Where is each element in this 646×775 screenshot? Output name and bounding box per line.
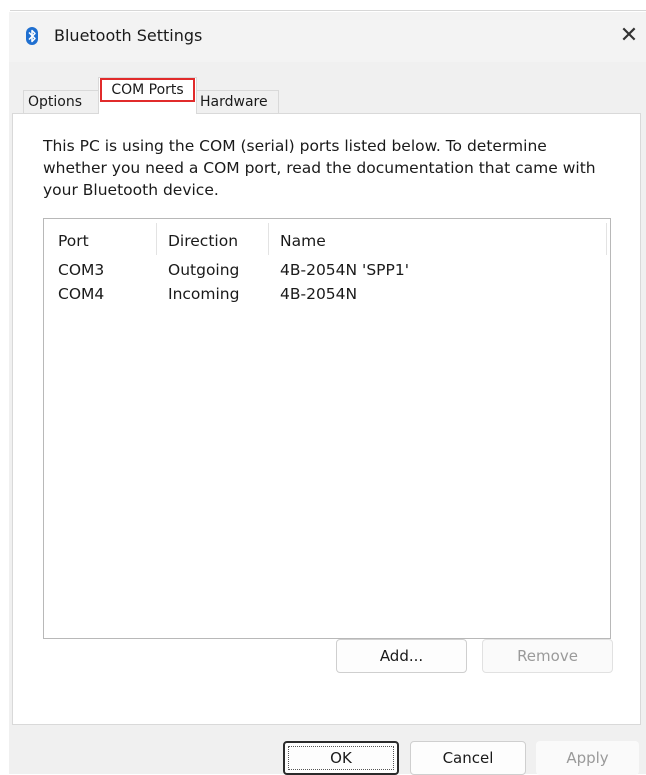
list-row-com3[interactable]: COM3 Outgoing 4B-2054N 'SPP1' (44, 261, 610, 283)
cell-name: 4B-2054N (280, 285, 358, 303)
top-edge (0, 0, 646, 12)
cell-port: COM4 (58, 285, 105, 303)
com-ports-panel: This PC is using the COM (serial) ports … (12, 113, 641, 725)
focus-rectangle (288, 746, 394, 770)
add-button[interactable]: Add... (336, 639, 467, 673)
remove-button[interactable]: Remove (482, 639, 613, 673)
window-title: Bluetooth Settings (54, 26, 203, 45)
bluetooth-icon (26, 27, 38, 45)
column-separator[interactable] (156, 223, 157, 255)
column-separator[interactable] (268, 223, 269, 255)
list-row-com4[interactable]: COM4 Incoming 4B-2054N (44, 285, 610, 307)
tab-com-ports[interactable]: COM Ports (98, 77, 197, 114)
cell-name: 4B-2054N 'SPP1' (280, 261, 409, 279)
column-header-port[interactable]: Port (58, 232, 89, 250)
tab-options[interactable]: Options (23, 90, 101, 114)
com-ports-list[interactable]: Port Direction Name COM3 Outgoing 4B-205… (43, 218, 611, 639)
description-text: This PC is using the COM (serial) ports … (43, 137, 596, 199)
cell-direction: Outgoing (168, 261, 240, 279)
cell-direction: Incoming (168, 285, 240, 303)
column-separator[interactable] (606, 223, 607, 255)
cancel-button[interactable]: Cancel (410, 741, 526, 775)
apply-button[interactable]: Apply (536, 741, 639, 775)
bluetooth-settings-dialog: Bluetooth Settings ✕ Options Hardware CO… (9, 12, 646, 775)
column-header-direction[interactable]: Direction (168, 232, 238, 250)
list-header: Port Direction Name (44, 219, 610, 259)
column-header-name[interactable]: Name (280, 232, 326, 250)
tab-hardware[interactable]: Hardware (195, 90, 279, 114)
tab-com-ports-label: COM Ports (100, 78, 195, 102)
cell-port: COM3 (58, 261, 105, 279)
ok-button[interactable]: OK (283, 741, 399, 775)
title-bar: Bluetooth Settings ✕ (9, 12, 646, 62)
tab-strip: Options Hardware COM Ports (9, 76, 646, 114)
close-button[interactable]: ✕ (612, 18, 646, 52)
